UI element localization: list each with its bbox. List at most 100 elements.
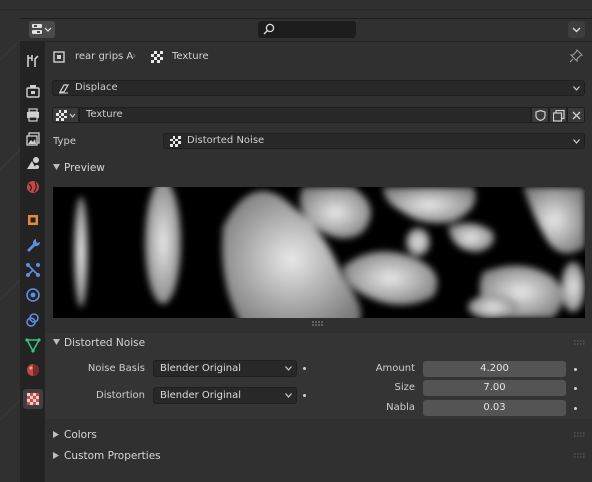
custom-properties-panel-header[interactable]: Custom Properties xyxy=(45,446,592,466)
preview-resize-handle[interactable] xyxy=(312,321,324,327)
close-icon xyxy=(572,111,581,120)
tab-tool[interactable] xyxy=(23,51,43,71)
custom-properties-title: Custom Properties xyxy=(64,450,161,462)
nabla-field[interactable]: 0.03 xyxy=(423,400,566,416)
texture-icon xyxy=(151,51,163,63)
displace-modifier-icon xyxy=(58,84,70,94)
texture-type-value: Distorted Noise xyxy=(187,135,265,146)
tab-output[interactable] xyxy=(23,105,43,125)
tab-data[interactable] xyxy=(23,335,43,355)
object-icon xyxy=(28,215,38,225)
distorted-noise-panel-header[interactable]: Distorted Noise xyxy=(45,333,592,353)
distortion-label: Distortion xyxy=(96,390,145,401)
texture-icon xyxy=(27,393,39,405)
preview-title: Preview xyxy=(64,162,105,174)
amount-field[interactable]: 4.200 xyxy=(423,361,566,377)
distortion-value: Blender Original xyxy=(160,390,242,401)
physics-icon xyxy=(26,288,40,302)
header-divider xyxy=(20,18,592,19)
drag-handle-icon[interactable] xyxy=(574,432,586,438)
search-input[interactable] xyxy=(258,21,356,38)
particles-icon xyxy=(26,263,40,277)
amount-label: Amount xyxy=(375,363,415,374)
tab-world[interactable] xyxy=(23,177,43,197)
noise-basis-dropdown[interactable]: Blender Original xyxy=(153,360,297,377)
chevron-down-icon xyxy=(573,86,580,91)
keyframe-dot[interactable] xyxy=(574,387,577,390)
triangle-down-icon xyxy=(53,339,60,345)
properties-header xyxy=(20,18,592,42)
texture-type-dropdown[interactable]: Distorted Noise xyxy=(163,133,585,149)
distorted-noise-title: Distorted Noise xyxy=(64,337,146,349)
texture-name-field[interactable]: Texture xyxy=(79,107,531,123)
keyframe-dot[interactable] xyxy=(574,407,577,410)
keyframe-dot[interactable] xyxy=(303,394,306,397)
drag-handle-icon[interactable] xyxy=(574,453,586,459)
tab-physics[interactable] xyxy=(23,285,43,305)
copy-icon xyxy=(553,110,565,122)
editor-type-button[interactable] xyxy=(29,21,55,38)
options-dropdown-button[interactable] xyxy=(568,21,585,38)
unlink-texture-button[interactable] xyxy=(567,107,585,123)
tab-scene[interactable] xyxy=(23,153,43,173)
shield-icon xyxy=(535,110,546,121)
constraint-icon xyxy=(26,313,39,327)
breadcrumb-texture: Texture xyxy=(172,51,209,62)
noise-basis-label: Noise Basis xyxy=(87,363,145,374)
material-icon xyxy=(27,364,39,376)
triangle-down-icon xyxy=(53,164,60,170)
fake-user-button[interactable] xyxy=(531,107,549,123)
pin-icon[interactable] xyxy=(569,49,583,63)
tab-constraints[interactable] xyxy=(23,310,43,330)
breadcrumb-separator: › xyxy=(132,49,137,62)
chevron-down-icon xyxy=(285,366,292,371)
tab-render[interactable] xyxy=(23,81,43,101)
browse-texture-button[interactable] xyxy=(52,107,79,123)
texture-icon xyxy=(170,136,181,147)
properties-tab-bar xyxy=(20,42,45,482)
image-icon xyxy=(26,132,40,146)
printer-icon xyxy=(27,108,39,122)
drag-handle-icon[interactable] xyxy=(574,340,586,346)
chevron-down-icon xyxy=(572,27,581,33)
colors-panel-header[interactable]: Colors xyxy=(45,425,592,445)
tab-material[interactable] xyxy=(23,360,43,380)
camera-back-icon xyxy=(26,85,40,98)
tab-view-layer[interactable] xyxy=(23,129,43,149)
tab-modifiers[interactable] xyxy=(23,235,43,255)
search-icon xyxy=(263,23,275,35)
duplicate-texture-button[interactable] xyxy=(549,107,567,123)
chevron-down-icon xyxy=(573,139,580,144)
texture-name-value: Texture xyxy=(86,109,123,120)
triangle-right-icon xyxy=(53,452,59,459)
properties-panel: rear grips A › Texture Displace Texture … xyxy=(45,42,592,482)
chevron-down-icon xyxy=(285,393,292,398)
distorted-noise-preview-image xyxy=(53,187,585,318)
properties-editor-icon xyxy=(32,24,52,34)
type-label: Type xyxy=(53,136,76,147)
keyframe-dot[interactable] xyxy=(303,367,306,370)
tab-object[interactable] xyxy=(23,210,43,230)
wrench-icon xyxy=(27,239,41,252)
scene-icon xyxy=(27,157,39,169)
size-label: Size xyxy=(394,382,415,393)
breadcrumb-object: rear grips A xyxy=(75,51,134,62)
distortion-dropdown[interactable]: Blender Original xyxy=(153,387,297,404)
keyframe-dot[interactable] xyxy=(574,368,577,371)
texture-context-dropdown[interactable]: Displace xyxy=(52,80,585,96)
mesh-data-icon xyxy=(25,338,41,353)
preview-panel-header[interactable]: Preview xyxy=(45,158,592,178)
tab-particles[interactable] xyxy=(23,260,43,280)
tool-icon xyxy=(27,55,39,67)
tab-texture[interactable] xyxy=(23,389,43,409)
size-field[interactable]: 7.00 xyxy=(423,380,566,396)
breadcrumb: rear grips A › Texture xyxy=(45,42,592,72)
world-icon xyxy=(27,181,39,193)
texture-browse-icon xyxy=(56,110,76,121)
nabla-label: Nabla xyxy=(386,402,415,413)
object-icon xyxy=(53,51,65,63)
triangle-right-icon xyxy=(53,431,59,438)
texture-preview xyxy=(53,187,585,318)
noise-basis-value: Blender Original xyxy=(160,363,242,374)
colors-title: Colors xyxy=(64,429,97,441)
